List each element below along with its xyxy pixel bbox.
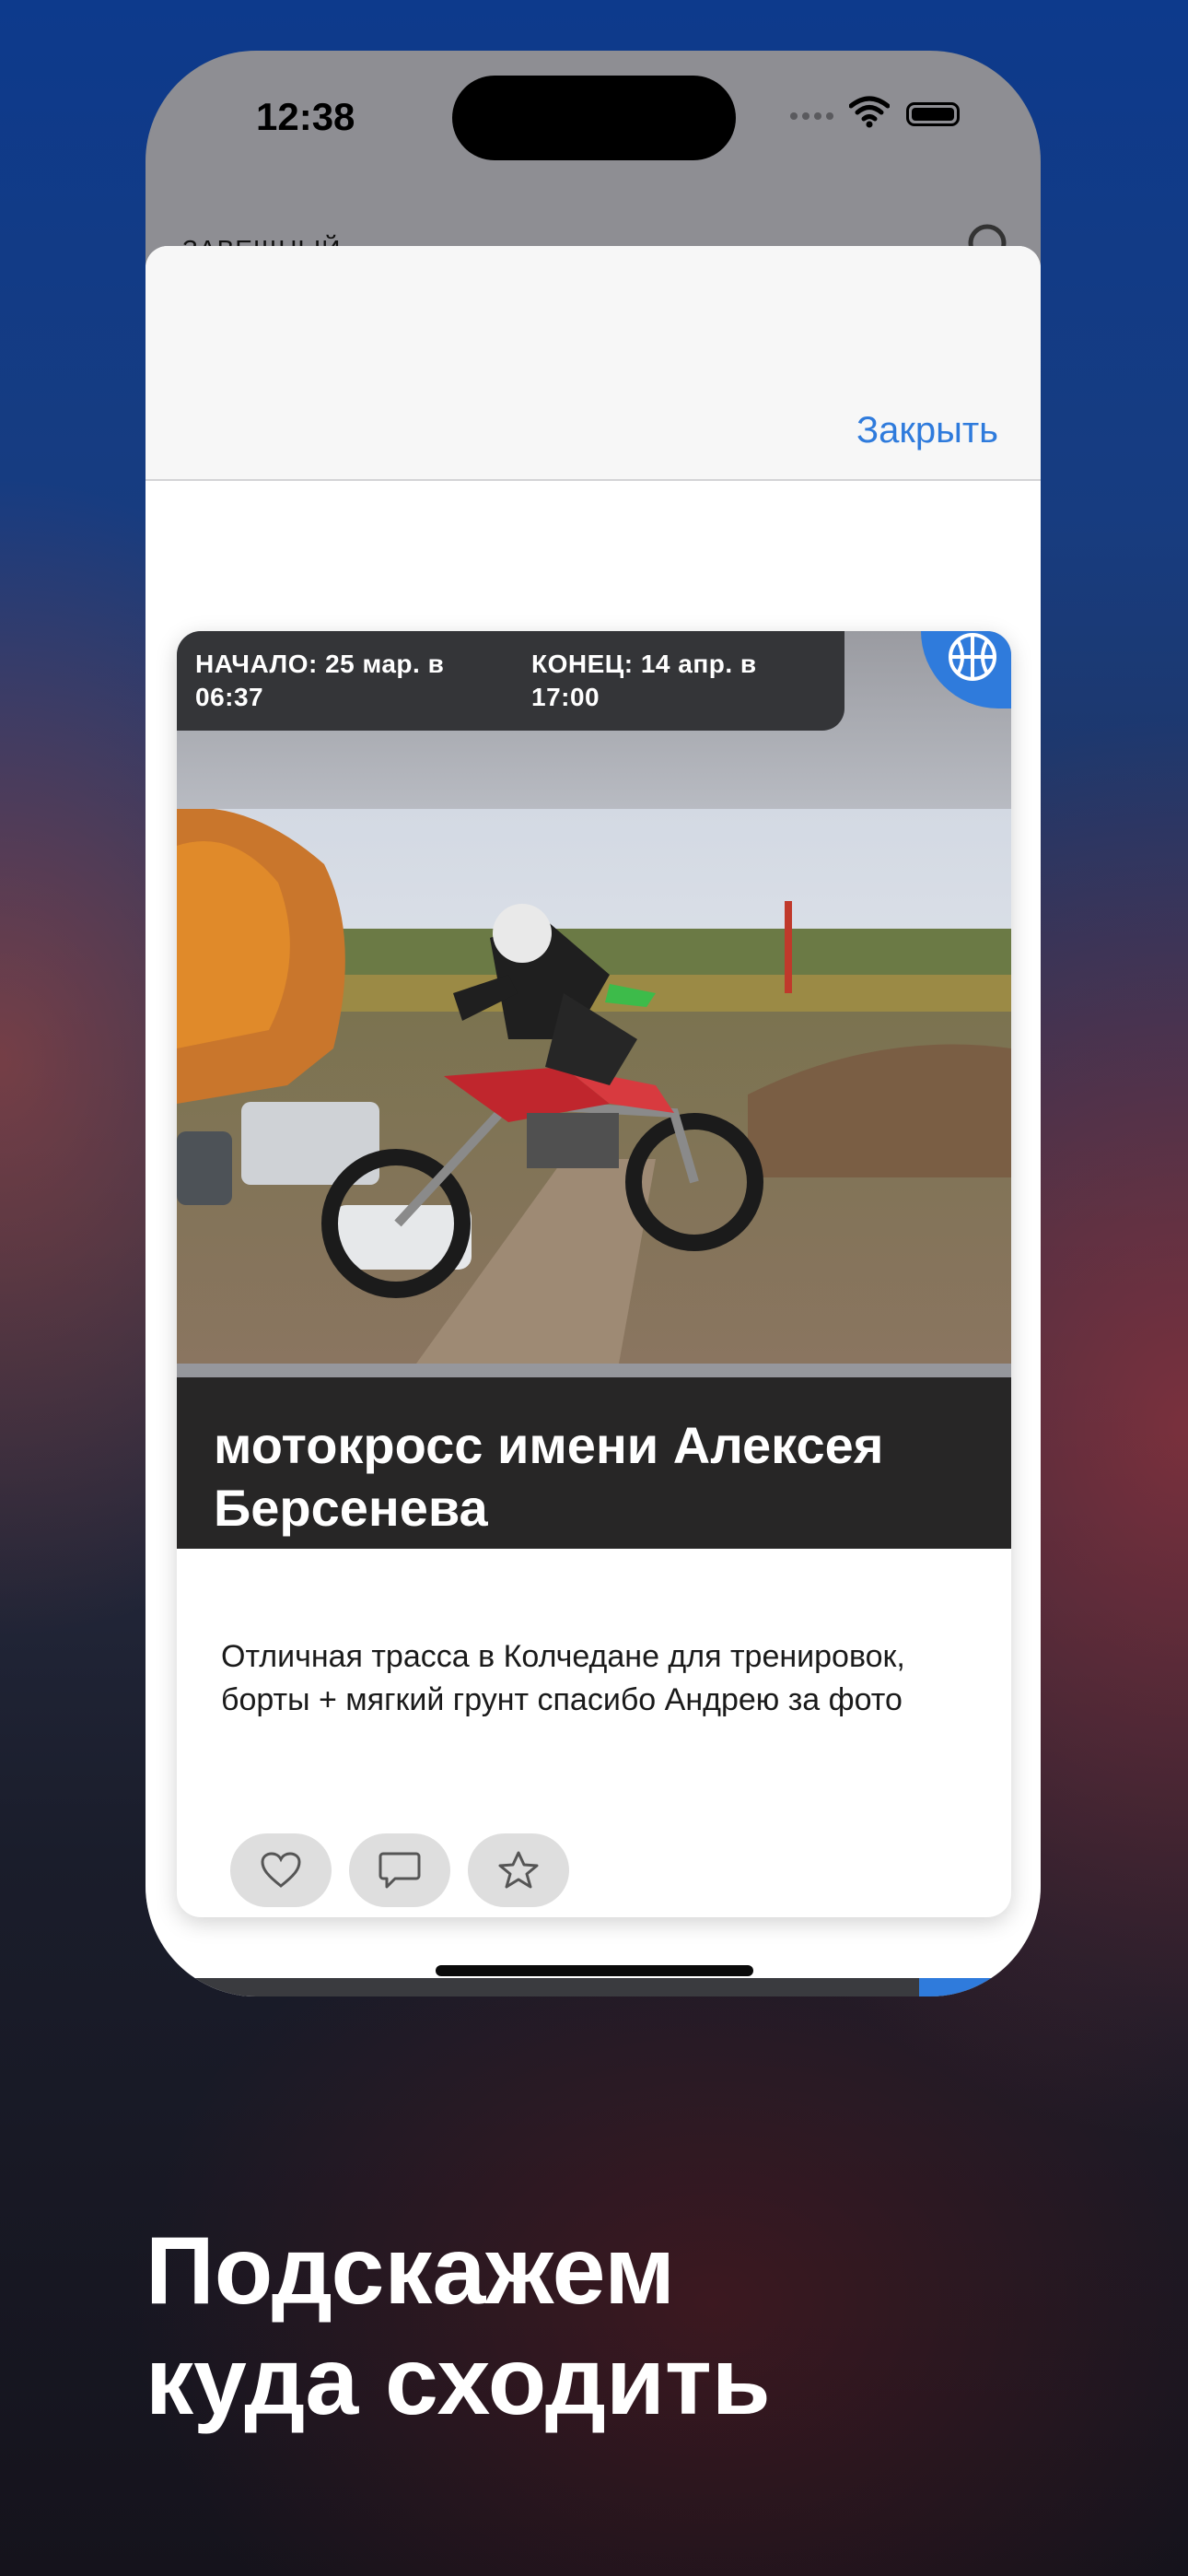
next-category-badge — [919, 1978, 993, 1996]
heart-icon — [261, 1852, 301, 1888]
phone-frame: 12:38 ЗАВЕЩНЫЙ Закрыть НАЧАЛО: 25 мар. в… — [146, 51, 1041, 1996]
home-indicator[interactable] — [436, 1965, 753, 1976]
motocross-photo — [177, 809, 1011, 1364]
sheet-nav-bar: Закрыть — [146, 246, 1041, 481]
event-sheet: Закрыть НАЧАЛО: 25 мар. в 06:37 КОНЕЦ: 1… — [146, 246, 1041, 1996]
like-button[interactable] — [230, 1833, 332, 1907]
wifi-icon — [849, 96, 890, 128]
promo-line-1: Подскажем — [146, 2218, 676, 2324]
comment-icon — [379, 1852, 421, 1889]
basketball-icon — [949, 633, 996, 681]
next-event-card[interactable] — [177, 1978, 1011, 1996]
star-icon — [498, 1851, 539, 1889]
start-date: НАЧАЛО: 25 мар. в 06:37 — [195, 650, 445, 711]
end-date: КОНЕЦ: 14 апр. в 17:00 — [531, 650, 757, 711]
title-band: мотокросс имени Алексея Берсенева — [177, 1377, 1011, 1549]
comment-button[interactable] — [349, 1833, 450, 1907]
cellular-signal-icon — [790, 108, 840, 126]
event-card[interactable]: НАЧАЛО: 25 мар. в 06:37 КОНЕЦ: 14 апр. в… — [177, 631, 1011, 1917]
event-description: Отличная трасса в Колчедане для трениров… — [221, 1639, 905, 1717]
close-button[interactable]: Закрыть — [856, 410, 998, 451]
status-time: 12:38 — [256, 95, 355, 138]
event-photo — [177, 809, 1011, 1364]
favorite-button[interactable] — [468, 1833, 569, 1907]
battery-icon — [906, 102, 960, 126]
event-dates: НАЧАЛО: 25 мар. в 06:37 КОНЕЦ: 14 апр. в… — [177, 631, 844, 731]
event-title: мотокросс имени Алексея Берсенева — [214, 1416, 884, 1537]
promo-line-2: куда сходить — [146, 2328, 771, 2435]
dynamic-island — [452, 76, 736, 160]
promo-headline: Подскажем куда сходить — [146, 2216, 771, 2437]
